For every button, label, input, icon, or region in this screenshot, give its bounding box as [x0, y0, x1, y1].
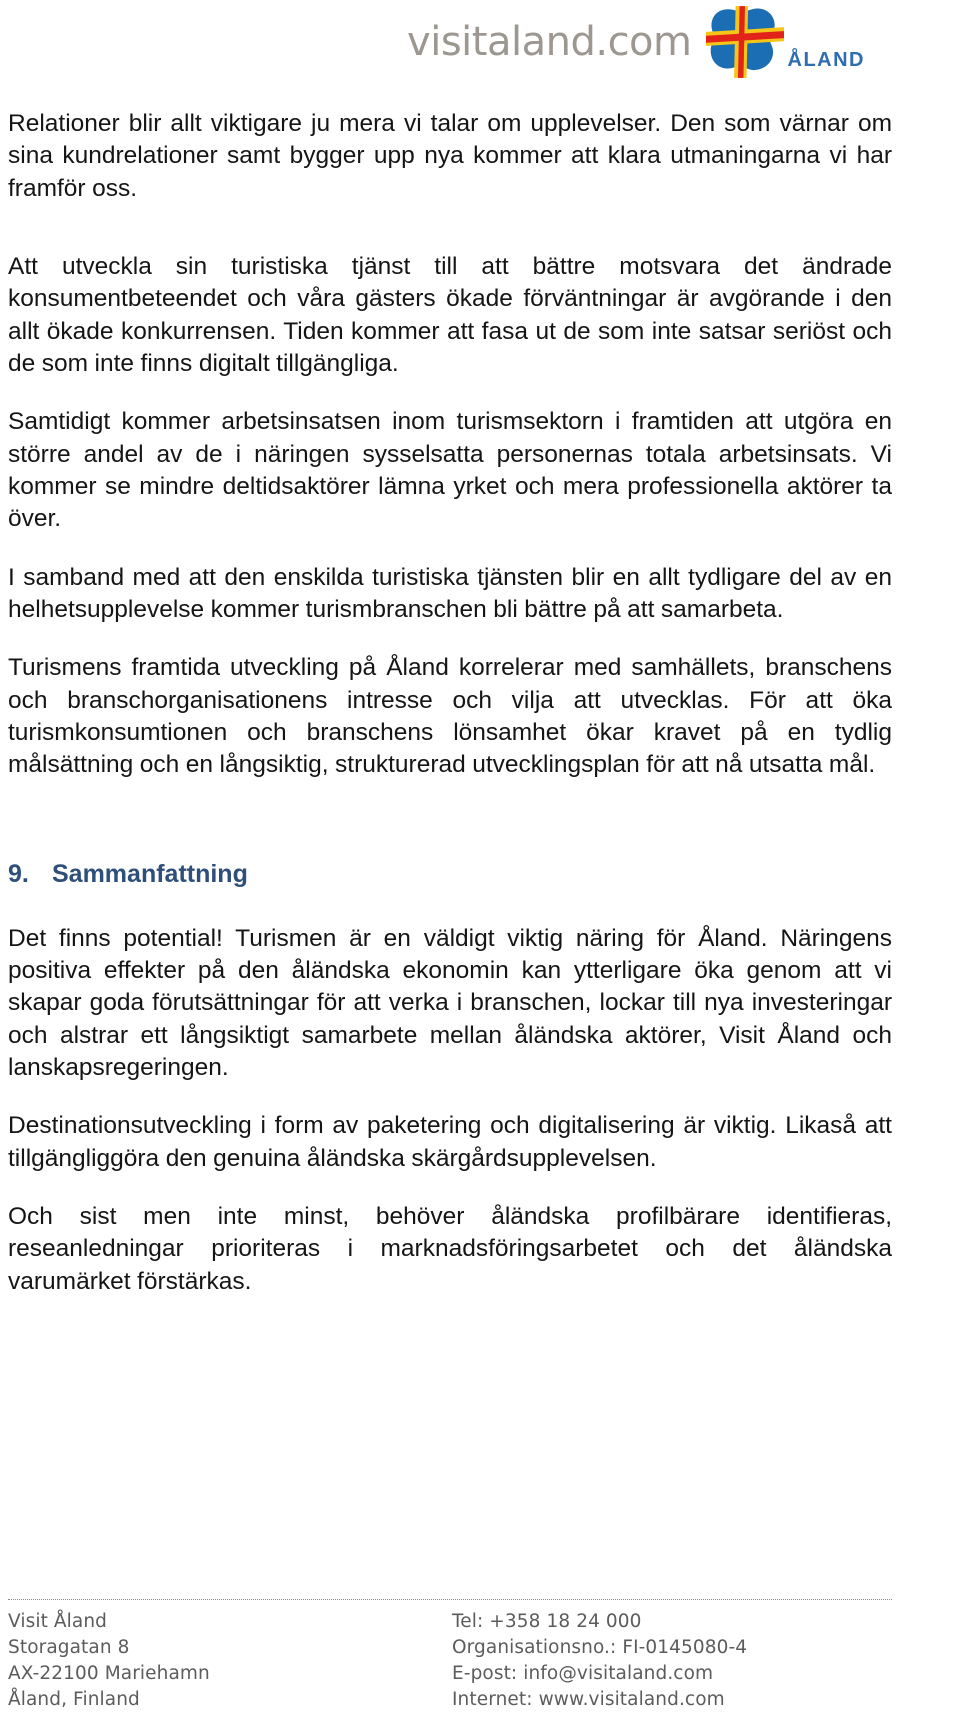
- paragraph-det-finns-potential: Det finns potential! Turismen är en väld…: [8, 924, 892, 1081]
- paragraph-samtidigt: Samtidigt kommer arbetsinsatsen inom tur…: [8, 408, 892, 533]
- footer-organisation-number: Organisationsno.: FI-0145080-4: [452, 1637, 748, 1659]
- page-footer: Visit Åland Storagatan 8 AX-22100 Marieh…: [8, 1599, 892, 1713]
- document-body: Relationer blir allt viktigare ju mera v…: [8, 108, 892, 1298]
- aland-flag-emblem-icon: [705, 6, 784, 78]
- aland-emblem-group: ÅLAND: [705, 6, 866, 78]
- visitaland-logo: visitaland.com ÅLAND: [407, 6, 865, 78]
- footer-city: AX-22100 Mariehamn: [8, 1663, 210, 1685]
- aland-emblem-label: ÅLAND: [787, 49, 865, 71]
- paragraph-i-samband: I samband med att den enskilda turistisk…: [8, 563, 892, 623]
- footer-website: Internet: www.visitaland.com: [452, 1689, 725, 1711]
- footer-street: Storagatan 8: [8, 1637, 130, 1659]
- paragraph-turismens-framtida: Turismens framtida utveckling på Åland k…: [8, 654, 892, 779]
- paragraph-att-utveckla: Att utveckla sin turistiska tjänst till …: [8, 252, 892, 377]
- page-header: visitaland.com ÅLAND: [0, 0, 960, 90]
- paragraph-intro-relationer: Relationer blir allt viktigare ju mera v…: [8, 110, 892, 202]
- footer-org-name: Visit Åland: [8, 1611, 108, 1633]
- section-heading-sammanfattning: 9. Sammanfattning: [8, 860, 892, 889]
- footer-country: Åland, Finland: [8, 1689, 140, 1711]
- footer-telephone: Tel: +358 18 24 000: [452, 1611, 642, 1633]
- logo-wordmark-text: visitaland.com: [407, 19, 692, 65]
- footer-email: E-post: info@visitaland.com: [452, 1663, 714, 1685]
- paragraph-och-sist-men-inte-minst: Och sist men inte minst, behöver åländsk…: [8, 1202, 892, 1295]
- footer-divider: [8, 1599, 892, 1601]
- document-page: visitaland.com ÅLAND Relationer blir all…: [0, 0, 960, 1713]
- section-number: 9.: [8, 859, 29, 888]
- paragraph-destinationsutveckling: Destinationsutveckling i form av paketer…: [8, 1112, 892, 1172]
- footer-address-column: Visit Åland Storagatan 8 AX-22100 Marieh…: [8, 1609, 452, 1713]
- heading-gap: [8, 889, 892, 923]
- footer-columns: Visit Åland Storagatan 8 AX-22100 Marieh…: [8, 1609, 892, 1713]
- footer-contact-column: Tel: +358 18 24 000 Organisationsno.: FI…: [452, 1609, 892, 1713]
- section-title: Sammanfattning: [52, 859, 248, 888]
